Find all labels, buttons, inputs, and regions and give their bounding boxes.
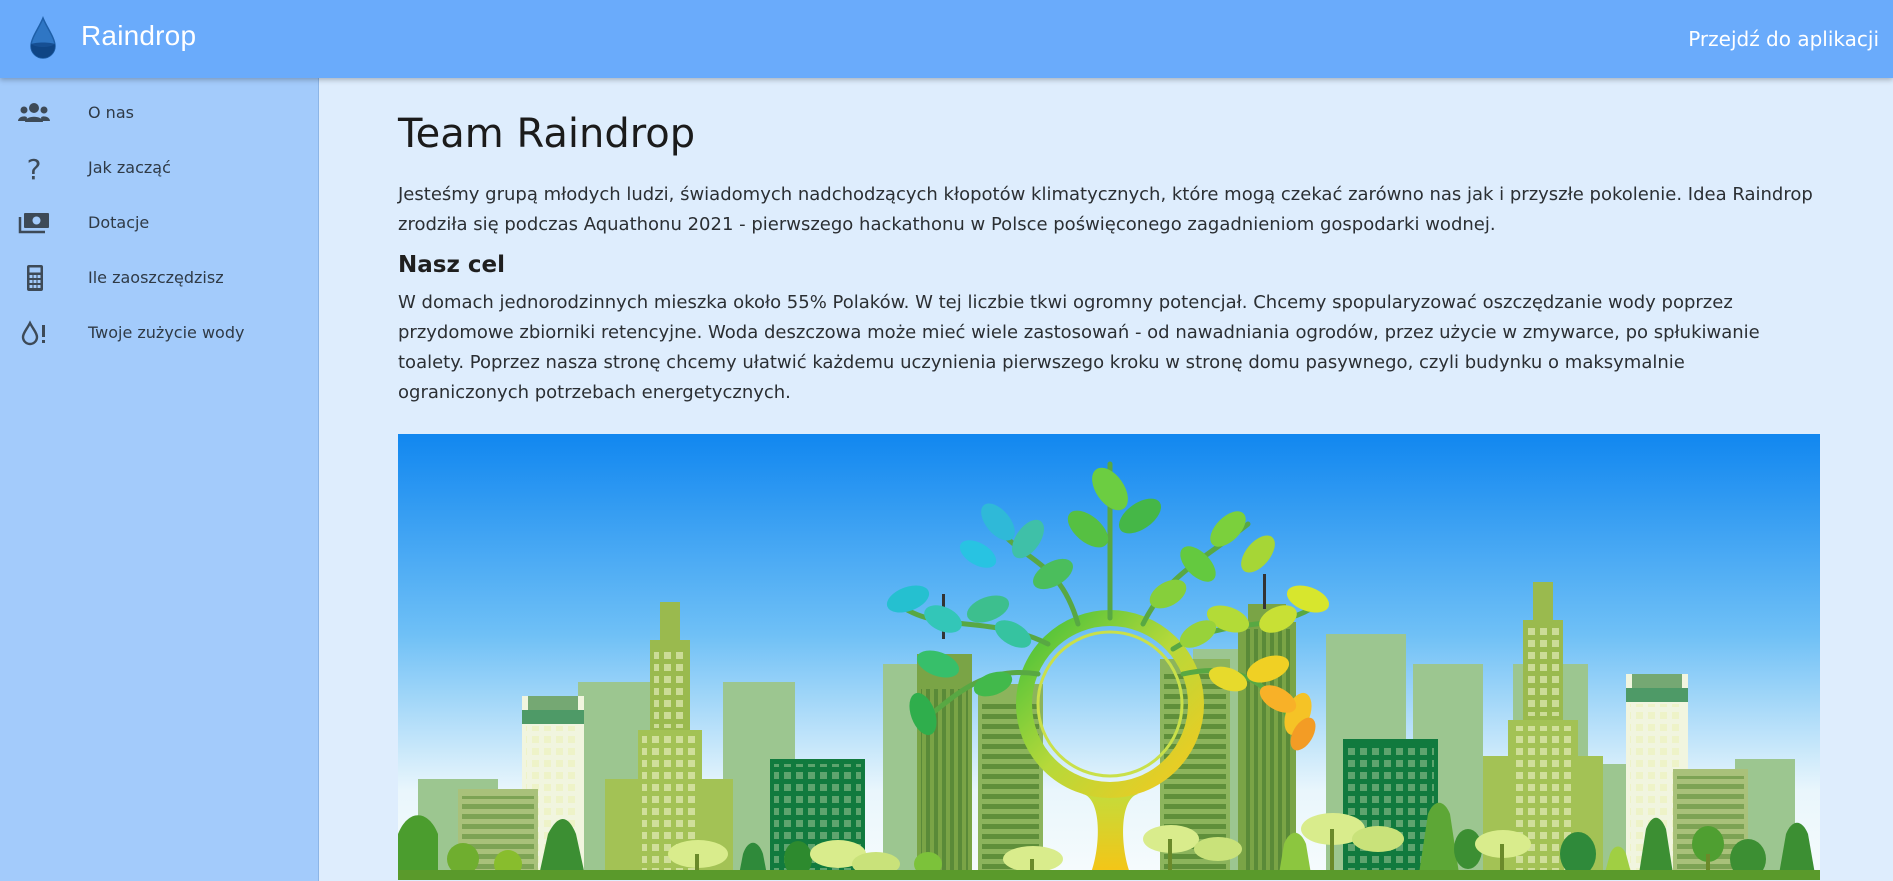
question-icon: ?	[27, 155, 42, 181]
sidebar-item-about[interactable]: O nas	[0, 86, 318, 140]
goal-heading: Nasz cel	[398, 252, 505, 278]
sidebar-item-label: Dotacje	[88, 213, 150, 232]
go-to-app-link[interactable]: Przejdź do aplikacji	[1688, 27, 1879, 51]
svg-text:?: ?	[27, 155, 42, 181]
green-city-tree-illustration	[398, 434, 1820, 880]
sidebar-item-subsidies[interactable]: Dotacje	[0, 196, 318, 250]
top-navbar: Raindrop Przejdź do aplikacji	[0, 0, 1893, 78]
intro-paragraph: Jesteśmy grupą młodych ludzi, świadomych…	[398, 184, 1813, 235]
water-alert-icon	[21, 320, 45, 346]
page-title: Team Raindrop	[398, 111, 696, 157]
brand-name[interactable]: Raindrop	[81, 20, 196, 52]
sidebar-item-label: Ile zaoszczędzisz	[88, 268, 224, 287]
sidebar-item-water-usage[interactable]: Twoje zużycie wody	[0, 306, 318, 360]
sidebar-item-getting-started[interactable]: ? Jak zacząć	[0, 141, 318, 195]
goal-paragraph: W domach jednorodzinnych mieszka około 5…	[398, 292, 1760, 403]
sidebar-item-label: Jak zacząć	[88, 158, 171, 177]
money-icon	[18, 213, 49, 234]
hero-illustration	[398, 434, 1820, 880]
calculator-icon	[27, 265, 43, 291]
main-content: Team Raindrop Jesteśmy grupą młodych lud…	[398, 110, 1820, 408]
sidebar-item-label: Twoje zużycie wody	[88, 323, 245, 342]
users-icon	[18, 103, 50, 122]
sidebar-item-savings[interactable]: Ile zaoszczędzisz	[0, 251, 318, 305]
sidebar: O nas ? Jak zacząć Dotacje Ile zaoszczęd…	[0, 78, 319, 881]
raindrop-icon	[30, 16, 56, 59]
sidebar-item-label: O nas	[88, 103, 134, 122]
